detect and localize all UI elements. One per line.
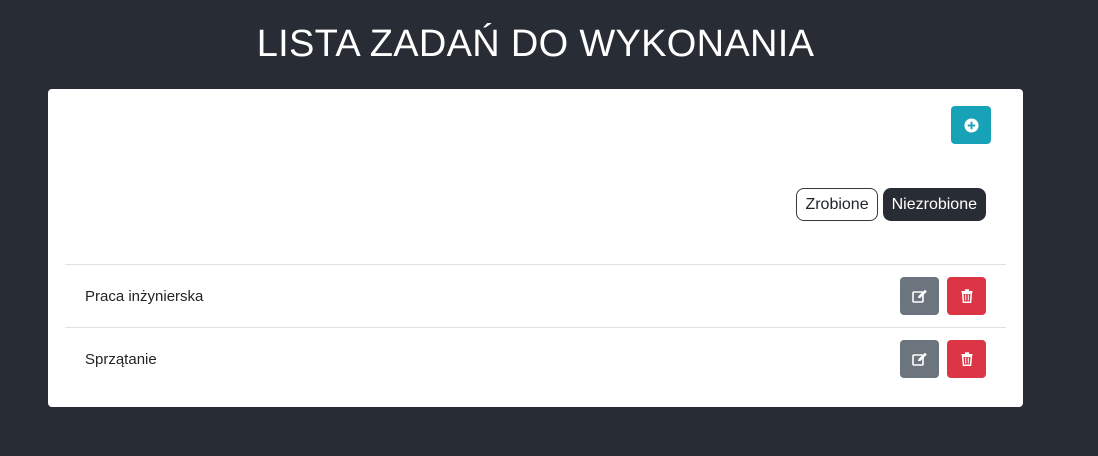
task-actions <box>900 340 986 378</box>
trash-icon <box>961 289 972 303</box>
edit-task-button[interactable] <box>900 340 939 378</box>
filter-not-done-button[interactable]: Niezrobione <box>882 188 986 221</box>
plus-circle-icon <box>963 117 979 133</box>
task-actions <box>900 277 986 315</box>
task-list: Praca inżynierska Sprzątanie <box>65 264 1006 390</box>
page-title: LISTA ZADAŃ DO WYKONANIA <box>256 23 815 65</box>
edit-icon <box>911 352 927 366</box>
app-root: LISTA ZADAŃ DO WYKONANIA Zrobione Niezro… <box>0 0 1098 456</box>
task-label: Sprzątanie <box>85 350 157 368</box>
edit-task-button[interactable] <box>900 277 939 315</box>
edit-icon <box>911 289 927 303</box>
add-task-button[interactable] <box>951 106 991 144</box>
filter-done-button[interactable]: Zrobione <box>796 188 878 221</box>
todo-card: Zrobione Niezrobione Praca inżynierska S… <box>48 89 1023 407</box>
delete-task-button[interactable] <box>947 277 986 315</box>
filter-group: Zrobione Niezrobione <box>796 188 986 221</box>
delete-task-button[interactable] <box>947 340 986 378</box>
task-row: Praca inżynierska <box>65 264 1006 327</box>
task-row: Sprzątanie <box>65 327 1006 390</box>
trash-icon <box>961 352 972 366</box>
task-label: Praca inżynierska <box>85 287 204 305</box>
